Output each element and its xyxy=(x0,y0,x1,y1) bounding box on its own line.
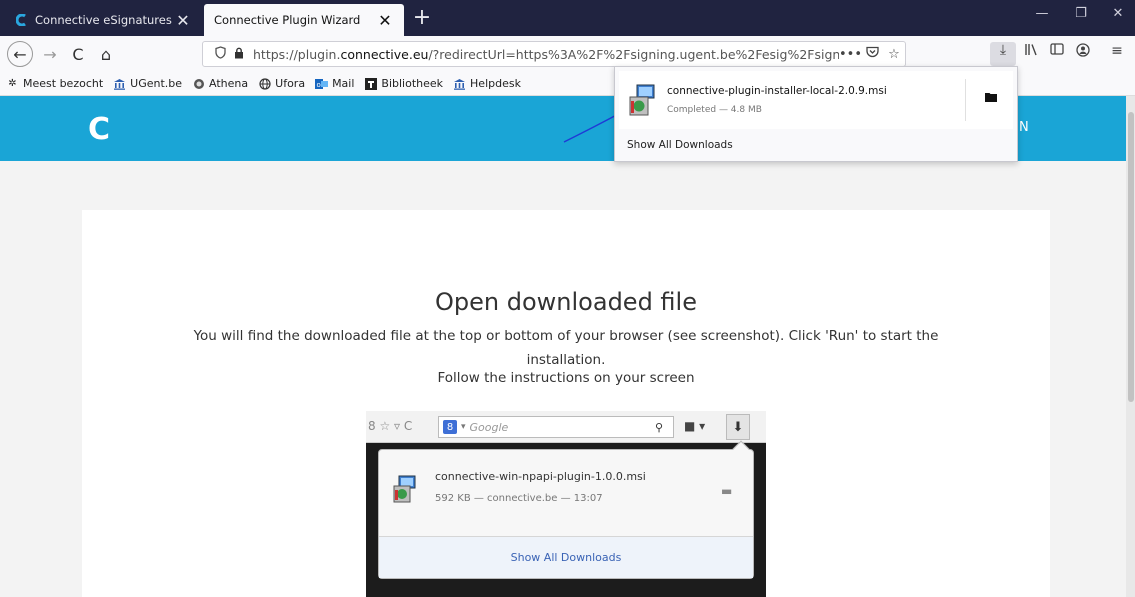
url-text[interactable]: https://plugin.connective.eu/?redirectUr… xyxy=(253,47,839,62)
download-arrow-icon: ⬇ xyxy=(726,414,750,440)
tab-label: Connective Plugin Wizard xyxy=(214,13,361,27)
building-icon xyxy=(113,77,126,90)
folder-icon: ▬ xyxy=(721,484,733,498)
restore-button[interactable]: ❐ xyxy=(1066,6,1096,21)
example-screenshot: 8 ☆ ▿ C 8 ▾ Google ⚲ ■ ▾ ⬇ connective-wi… xyxy=(366,411,766,597)
download-file-name: connective-plugin-installer-local-2.0.9.… xyxy=(667,85,887,97)
google-icon: 8 xyxy=(443,420,457,434)
scrollbar-thumb[interactable] xyxy=(1128,112,1134,402)
lock-icon[interactable] xyxy=(231,47,247,62)
tab-connective-esignatures[interactable]: Connective eSignatures ✕ xyxy=(6,4,202,36)
tab-connective-plugin-wizard[interactable]: Connective Plugin Wizard ✕ xyxy=(204,4,404,36)
bookmark-label: Athena xyxy=(209,77,249,90)
sidebar-icon[interactable] xyxy=(1044,43,1070,59)
divider xyxy=(965,79,966,121)
example-download-item: connective-win-npapi-plugin-1.0.0.msi 59… xyxy=(387,466,745,514)
library-icon[interactable] xyxy=(1018,43,1044,60)
building-icon xyxy=(453,77,466,90)
bookmark-athena[interactable]: Athena xyxy=(192,77,248,90)
example-downloads-panel: connective-win-npapi-plugin-1.0.0.msi 59… xyxy=(378,440,754,579)
example-file-meta: 592 KB — connective.be — 13:07 xyxy=(435,493,603,504)
download-item[interactable]: connective-plugin-installer-local-2.0.9.… xyxy=(619,71,1013,129)
pocket-icon[interactable] xyxy=(861,46,883,62)
example-search-box: 8 ▾ Google ⚲ xyxy=(438,416,674,438)
show-all-downloads-link[interactable]: Show All Downloads xyxy=(627,139,733,151)
tab-strip: Connective eSignatures ✕ Connective Plug… xyxy=(0,0,1135,36)
panel-arrow xyxy=(732,440,750,458)
new-tab-button[interactable]: + xyxy=(410,5,434,30)
example-search-placeholder: Google xyxy=(469,420,509,434)
tab-label: Connective eSignatures xyxy=(35,13,172,27)
bookmark-label: Helpdesk xyxy=(470,77,521,90)
bookmark-meest-bezocht[interactable]: ✲ Meest bezocht xyxy=(6,77,103,90)
extension-icon: ■ ▾ xyxy=(684,419,706,433)
page-title: Open downloaded file xyxy=(435,288,697,316)
installer-icon xyxy=(391,474,419,504)
downloads-button[interactable]: ⤓ xyxy=(990,42,1016,66)
tracking-shield-icon[interactable] xyxy=(209,45,231,63)
wizard-card: Open downloaded file You will find the d… xyxy=(82,210,1050,597)
example-file-name: connective-win-npapi-plugin-1.0.0.msi xyxy=(435,470,646,483)
svg-text:o: o xyxy=(317,81,321,89)
close-window-button[interactable]: ✕ xyxy=(1103,6,1133,21)
hero-nav-text[interactable]: N xyxy=(1019,120,1029,135)
bookmark-ugent[interactable]: UGent.be xyxy=(113,77,182,90)
library-icon xyxy=(364,77,377,90)
bookmark-mail[interactable]: o Mail xyxy=(315,77,354,90)
bookmark-bibliotheek[interactable]: Bibliotheek xyxy=(364,77,443,90)
tab-close-icon[interactable]: ✕ xyxy=(376,11,394,30)
page-actions-icon[interactable]: ••• xyxy=(839,47,862,62)
bookmark-ufora[interactable]: Ufora xyxy=(258,77,305,90)
bookmark-label: Ufora xyxy=(275,77,306,90)
gear-icon: ✲ xyxy=(8,78,17,89)
download-arrow-icon: ⤓ xyxy=(999,42,1007,58)
instructions-text: You will find the downloaded file at the… xyxy=(193,328,939,368)
installer-icon xyxy=(627,83,657,117)
bookmark-helpdesk[interactable]: Helpdesk xyxy=(453,77,521,90)
reload-button[interactable]: C xyxy=(66,42,90,66)
tab-close-icon[interactable]: ✕ xyxy=(174,11,192,30)
globe-icon xyxy=(192,77,205,90)
forward-button[interactable]: → xyxy=(38,42,62,66)
back-button[interactable]: ← xyxy=(7,41,33,67)
bookmark-star-icon[interactable]: ☆ xyxy=(883,47,905,62)
downloads-panel: connective-plugin-installer-local-2.0.9.… xyxy=(614,66,1018,162)
connective-favicon xyxy=(15,13,28,27)
bookmark-label: Bibliotheek xyxy=(381,77,444,90)
bookmark-label: Meest bezocht xyxy=(23,77,104,90)
bookmark-label: UGent.be xyxy=(130,77,183,90)
search-icon: ⚲ xyxy=(655,420,664,434)
example-toolbar: 8 ☆ ▿ C 8 ▾ Google ⚲ ■ ▾ ⬇ xyxy=(366,411,766,443)
download-status: Completed — 4.8 MB xyxy=(667,105,762,115)
page-viewport: C N Open downloaded file You will find t… xyxy=(0,96,1126,597)
bookmark-label: Mail xyxy=(332,77,355,90)
globe-icon xyxy=(258,77,271,90)
menu-icon[interactable]: ≡ xyxy=(1104,43,1130,59)
chevron-down-icon: ▾ xyxy=(461,422,466,432)
open-folder-icon[interactable] xyxy=(985,91,997,106)
minimize-button[interactable]: — xyxy=(1027,6,1057,21)
follow-instructions-text: Follow the instructions on your screen xyxy=(437,370,695,386)
url-bar[interactable]: https://plugin.connective.eu/?redirectUr… xyxy=(202,41,906,67)
connective-logo[interactable]: C xyxy=(88,112,110,147)
home-button[interactable]: ⌂ xyxy=(94,42,118,66)
account-icon[interactable] xyxy=(1070,43,1096,61)
outlook-icon: o xyxy=(315,77,329,90)
example-show-all-downloads: Show All Downloads xyxy=(379,536,753,578)
example-nav-icons: 8 ☆ ▿ C xyxy=(368,419,413,433)
